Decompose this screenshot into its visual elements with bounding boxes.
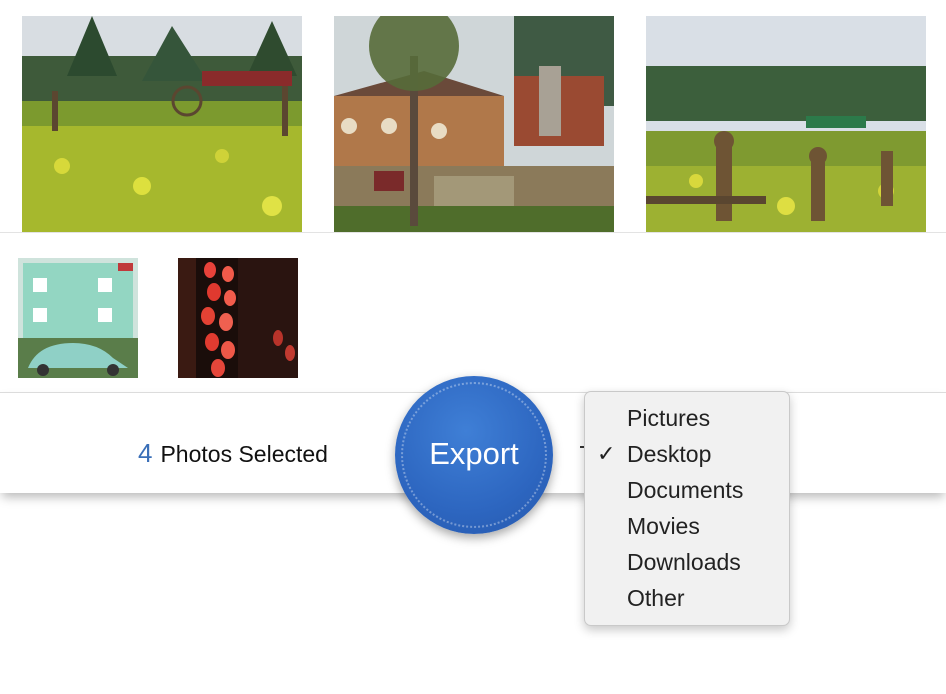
destination-menu: Pictures ✓ Desktop Documents Movies Down… (584, 391, 790, 626)
menu-item-other[interactable]: Other (585, 580, 789, 616)
canola-field-image (22, 16, 302, 232)
menu-item-label: Pictures (627, 405, 711, 431)
menu-item-label: Downloads (627, 549, 741, 575)
red-lanterns-image (178, 258, 298, 378)
mint-house-image (18, 258, 138, 378)
row-divider (0, 232, 946, 233)
menu-item-label: Movies (627, 513, 700, 539)
menu-item-documents[interactable]: Documents (585, 472, 789, 508)
scarecrow-garden-image (646, 16, 926, 232)
menu-item-label: Other (627, 585, 685, 611)
menu-item-pictures[interactable]: Pictures (585, 400, 789, 436)
photo-thumbnail-4[interactable] (18, 258, 138, 378)
selected-label: Photos Selected (160, 441, 328, 467)
selection-status: 4 Photos Selected (138, 438, 328, 469)
export-button[interactable]: Export (395, 376, 553, 534)
photo-thumbnail-3[interactable] (646, 16, 926, 232)
photo-thumbnail-2[interactable] (334, 16, 614, 232)
checkmark-icon: ✓ (597, 441, 616, 466)
menu-item-label: Desktop (627, 441, 712, 467)
menu-item-label: Documents (627, 477, 744, 503)
photo-thumbnail-5[interactable] (178, 258, 298, 378)
village-stairs-image (334, 16, 614, 232)
photo-thumbnail-1[interactable] (22, 16, 302, 232)
export-button-label: Export (429, 436, 519, 471)
selected-count: 4 (138, 438, 153, 468)
menu-item-desktop[interactable]: ✓ Desktop (585, 436, 789, 472)
menu-item-downloads[interactable]: Downloads (585, 544, 789, 580)
menu-item-movies[interactable]: Movies (585, 508, 789, 544)
